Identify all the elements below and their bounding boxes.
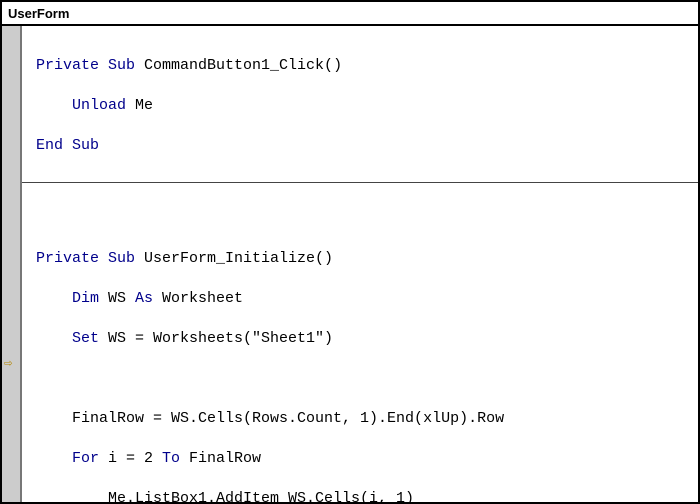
code-line: Dim WS As Worksheet (36, 289, 686, 309)
code-text: Worksheet (162, 290, 243, 307)
execution-pointer-icon: ⇨ (4, 354, 12, 374)
code-text: FinalRow (189, 450, 261, 467)
code-line: For i = 2 To FinalRow (36, 449, 686, 469)
keyword: For (36, 450, 108, 467)
code-pane[interactable]: Private Sub CommandButton1_Click() Unloa… (22, 26, 698, 502)
keyword: To (162, 450, 189, 467)
code-line: Me.ListBox1.AddItem WS.Cells(i, 1) (36, 489, 686, 502)
code-text: WS (108, 290, 135, 307)
editor-body: ⇨ Private Sub CommandButton1_Click() Unl… (2, 26, 698, 502)
keyword: Private Sub (36, 250, 135, 267)
keyword: Dim (36, 290, 108, 307)
blank-line (36, 209, 686, 229)
keyword: End Sub (36, 137, 99, 154)
code-text: i = 2 (108, 450, 162, 467)
keyword: Unload (36, 97, 135, 114)
code-line: End Sub (36, 136, 686, 156)
procedure-separator (22, 182, 698, 183)
code-text: WS = Worksheets("Sheet1") (108, 330, 333, 347)
blank-line (36, 369, 686, 389)
code-line: Private Sub UserForm_Initialize() (36, 249, 686, 269)
titlebar: UserForm (2, 2, 698, 26)
code-text: UserForm_Initialize() (135, 250, 333, 267)
keyword: Set (36, 330, 108, 347)
code-line: Unload Me (36, 96, 686, 116)
keyword: Private Sub (36, 57, 135, 74)
code-line: FinalRow = WS.Cells(Rows.Count, 1).End(x… (36, 409, 686, 429)
keyword: As (135, 290, 162, 307)
code-line: Set WS = Worksheets("Sheet1") (36, 329, 686, 349)
code-text: CommandButton1_Click() (135, 57, 342, 74)
margin-gutter[interactable]: ⇨ (2, 26, 22, 502)
code-line: Private Sub CommandButton1_Click() (36, 56, 686, 76)
window-title: UserForm (8, 6, 69, 21)
code-window: UserForm ⇨ Private Sub CommandButton1_Cl… (0, 0, 700, 504)
code-text: Me (135, 97, 153, 114)
